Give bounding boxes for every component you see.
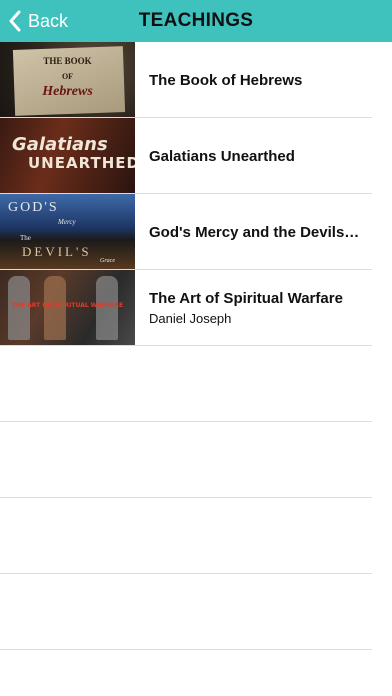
empty-row xyxy=(0,346,392,422)
list-item-title: Galatians Unearthed xyxy=(149,147,295,165)
thumbnail-text: OF xyxy=(61,72,74,81)
list-item-title: The Book of Hebrews xyxy=(149,71,303,89)
list-item[interactable]: Galatians UNEARTHED Galatians Unearthed xyxy=(0,118,392,194)
list-item[interactable]: THE BOOK OF Hebrews The Book of Hebrews xyxy=(0,42,392,118)
navigation-bar: Back TEACHINGS xyxy=(0,0,392,42)
thumbnail-text: Grace xyxy=(100,258,115,264)
thumbnail-text: Galatians xyxy=(12,134,108,155)
thumbnail-image: Galatians UNEARTHED xyxy=(0,118,135,194)
list-item-text: Galatians Unearthed xyxy=(135,148,392,165)
empty-row xyxy=(0,574,392,650)
thumbnail-text: DEVIL'S xyxy=(22,244,92,259)
back-button[interactable]: Back xyxy=(8,0,68,42)
empty-row xyxy=(0,498,392,574)
list-item[interactable]: THE ART OF SPIRITUAL WARFARE The Art of … xyxy=(0,270,392,346)
thumbnail-text: Mercy xyxy=(58,218,76,226)
list-item-subtitle: Daniel Joseph xyxy=(149,311,232,326)
empty-row xyxy=(0,422,392,498)
chevron-left-icon xyxy=(9,10,21,32)
thumbnail-text: THE ART OF SPIRITUAL WARFARE xyxy=(11,302,124,309)
thumbnail-image: GOD'S Mercy The DEVIL'S Grace xyxy=(0,194,135,270)
thumbnail-text: UNEARTHED xyxy=(28,154,135,172)
thumbnail-text: Hebrews xyxy=(42,84,93,99)
list-item-title: The Art of Spiritual Warfare xyxy=(149,290,343,307)
thumbnail-text: GOD'S xyxy=(8,200,59,215)
list-item[interactable]: GOD'S Mercy The DEVIL'S Grace God's Merc… xyxy=(0,194,392,270)
list-item-text: God's Mercy and the Devils… xyxy=(135,224,392,241)
thumbnail-text: The xyxy=(20,234,31,242)
thumbnail-text: THE BOOK xyxy=(43,56,92,66)
list-item-text: The Art of Spiritual Warfare Daniel Jose… xyxy=(135,290,392,326)
teachings-list: THE BOOK OF Hebrews The Book of Hebrews … xyxy=(0,42,392,650)
list-item-title: God's Mercy and the Devils… xyxy=(149,223,360,241)
list-item-text: The Book of Hebrews xyxy=(135,72,392,89)
thumbnail-image: THE ART OF SPIRITUAL WARFARE xyxy=(0,270,135,346)
back-label: Back xyxy=(28,10,69,31)
thumbnail-image: THE BOOK OF Hebrews xyxy=(0,42,135,118)
